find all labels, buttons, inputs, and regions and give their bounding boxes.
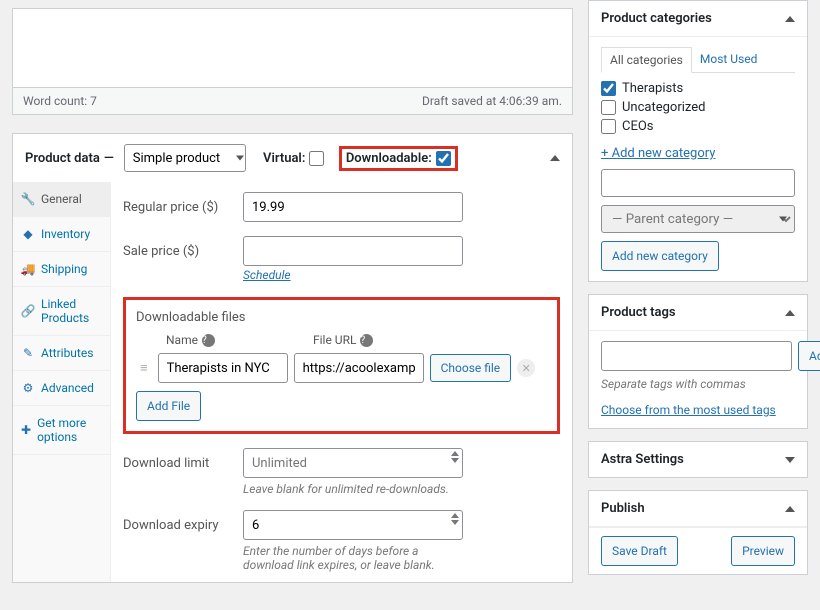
wrench-icon: 🔧: [21, 192, 35, 206]
add-new-category-button[interactable]: Add new category: [601, 241, 719, 271]
help-icon[interactable]: ?: [360, 334, 373, 347]
virtual-label: Virtual:: [263, 151, 305, 166]
new-category-input[interactable]: [601, 169, 795, 197]
regular-price-input[interactable]: [243, 192, 463, 222]
stepper-up-icon[interactable]: [451, 451, 459, 456]
download-expiry-input[interactable]: [243, 510, 463, 540]
tab-linked-products[interactable]: 🔗 Linked Products: [13, 287, 110, 336]
publish-box: Publish Save Draft Preview: [588, 490, 808, 575]
tab-shipping[interactable]: 🚚 Shipping: [13, 252, 110, 287]
most-used-tags-link[interactable]: Choose from the most used tags: [601, 403, 776, 417]
product-data-title: Product data: [25, 151, 100, 166]
download-limit-desc: Leave blank for unlimited re-downloads.: [123, 482, 463, 496]
panel-toggle-icon[interactable]: [550, 155, 560, 161]
astra-title: Astra Settings: [601, 452, 684, 467]
sale-price-input[interactable]: [243, 236, 463, 266]
truck-icon: 🚚: [21, 262, 35, 276]
downloadable-highlight: Downloadable:: [339, 146, 458, 171]
help-icon[interactable]: ?: [202, 334, 215, 347]
downloadable-files-section: Downloadable files Name ? File URL ? ≡ C…: [123, 297, 560, 434]
panel-toggle-icon[interactable]: [785, 16, 795, 22]
panel-toggle-icon[interactable]: [785, 457, 795, 463]
tags-title: Product tags: [601, 305, 676, 320]
tab-advanced[interactable]: ⚙ Advanced: [13, 371, 110, 406]
download-limit-label: Download limit: [123, 456, 243, 471]
dlfile-row: ≡ Choose file ✕: [136, 353, 547, 383]
tag-input[interactable]: [601, 341, 792, 371]
gear-icon: ⚙: [21, 381, 35, 395]
category-list: Therapists Uncategorized CEOs: [601, 81, 795, 134]
preview-button[interactable]: Preview: [731, 536, 795, 566]
product-data-panel: Product data — Simple product Virtual:: [12, 133, 573, 583]
editor-content[interactable]: [12, 8, 573, 88]
parent-category-select[interactable]: — Parent category —: [601, 205, 795, 233]
tab-most-used[interactable]: Most Used: [692, 47, 766, 72]
dlfiles-url-header: File URL: [313, 333, 356, 347]
word-count: Word count: 7: [23, 94, 97, 108]
product-data-dash: —: [104, 151, 114, 166]
dlfiles-title: Downloadable files: [136, 310, 547, 325]
product-data-header: Product data — Simple product Virtual:: [13, 134, 572, 182]
plus-icon: ✚: [21, 423, 31, 437]
regular-price-label: Regular price ($): [123, 200, 243, 215]
astra-settings-box: Astra Settings: [588, 441, 808, 478]
downloadable-label: Downloadable:: [346, 151, 432, 166]
product-type-select[interactable]: Simple product: [124, 144, 246, 172]
schedule-link[interactable]: Schedule: [243, 268, 291, 282]
drag-handle-icon[interactable]: ≡: [136, 360, 152, 376]
pencil-icon: ✎: [21, 346, 35, 360]
tab-get-more[interactable]: ✚ Get more options: [13, 406, 110, 455]
add-new-category-link[interactable]: + Add new category: [601, 146, 715, 161]
download-limit-input[interactable]: [243, 448, 463, 478]
add-tag-button[interactable]: Add: [798, 341, 820, 371]
tab-general[interactable]: 🔧 General: [13, 182, 110, 217]
virtual-checkbox[interactable]: [309, 151, 324, 166]
category-checkbox[interactable]: [601, 81, 616, 96]
add-file-button[interactable]: Add File: [136, 391, 201, 421]
draft-saved: Draft saved at 4:06:39 am.: [422, 94, 562, 108]
download-expiry-label: Download expiry: [123, 518, 243, 533]
link-icon: 🔗: [21, 304, 35, 318]
downloadable-checkbox[interactable]: [436, 151, 451, 166]
product-tags-box: Product tags Add Separate tags with comm…: [588, 294, 808, 429]
save-draft-button[interactable]: Save Draft: [601, 536, 678, 566]
sale-price-label: Sale price ($): [123, 244, 243, 259]
choose-file-button[interactable]: Choose file: [430, 354, 512, 382]
editor-footer: Word count: 7 Draft saved at 4:06:39 am.: [12, 88, 573, 115]
category-checkbox[interactable]: [601, 119, 616, 134]
delete-row-icon[interactable]: ✕: [517, 359, 535, 377]
stepper-up-icon[interactable]: [451, 513, 459, 518]
download-expiry-desc: Enter the number of days before a downlo…: [123, 544, 463, 572]
dlfiles-name-header: Name: [166, 333, 198, 347]
product-data-tabs: 🔧 General ◆ Inventory 🚚 Shipping 🔗 Linke…: [13, 182, 111, 582]
panel-toggle-icon[interactable]: [785, 310, 795, 316]
stepper-down-icon[interactable]: [451, 520, 459, 525]
tab-inventory[interactable]: ◆ Inventory: [13, 217, 110, 252]
tags-separator-note: Separate tags with commas: [601, 377, 795, 391]
stepper-down-icon[interactable]: [451, 458, 459, 463]
tab-attributes[interactable]: ✎ Attributes: [13, 336, 110, 371]
product-categories-box: Product categories All categories Most U…: [588, 0, 808, 282]
publish-title: Publish: [601, 501, 645, 516]
diamond-icon: ◆: [21, 227, 35, 241]
dlfile-name-input[interactable]: [158, 353, 288, 383]
category-checkbox[interactable]: [601, 100, 616, 115]
dlfile-url-input[interactable]: [294, 353, 424, 383]
categories-title: Product categories: [601, 11, 712, 26]
panel-toggle-icon[interactable]: [785, 506, 795, 512]
tab-all-categories[interactable]: All categories: [601, 47, 692, 73]
